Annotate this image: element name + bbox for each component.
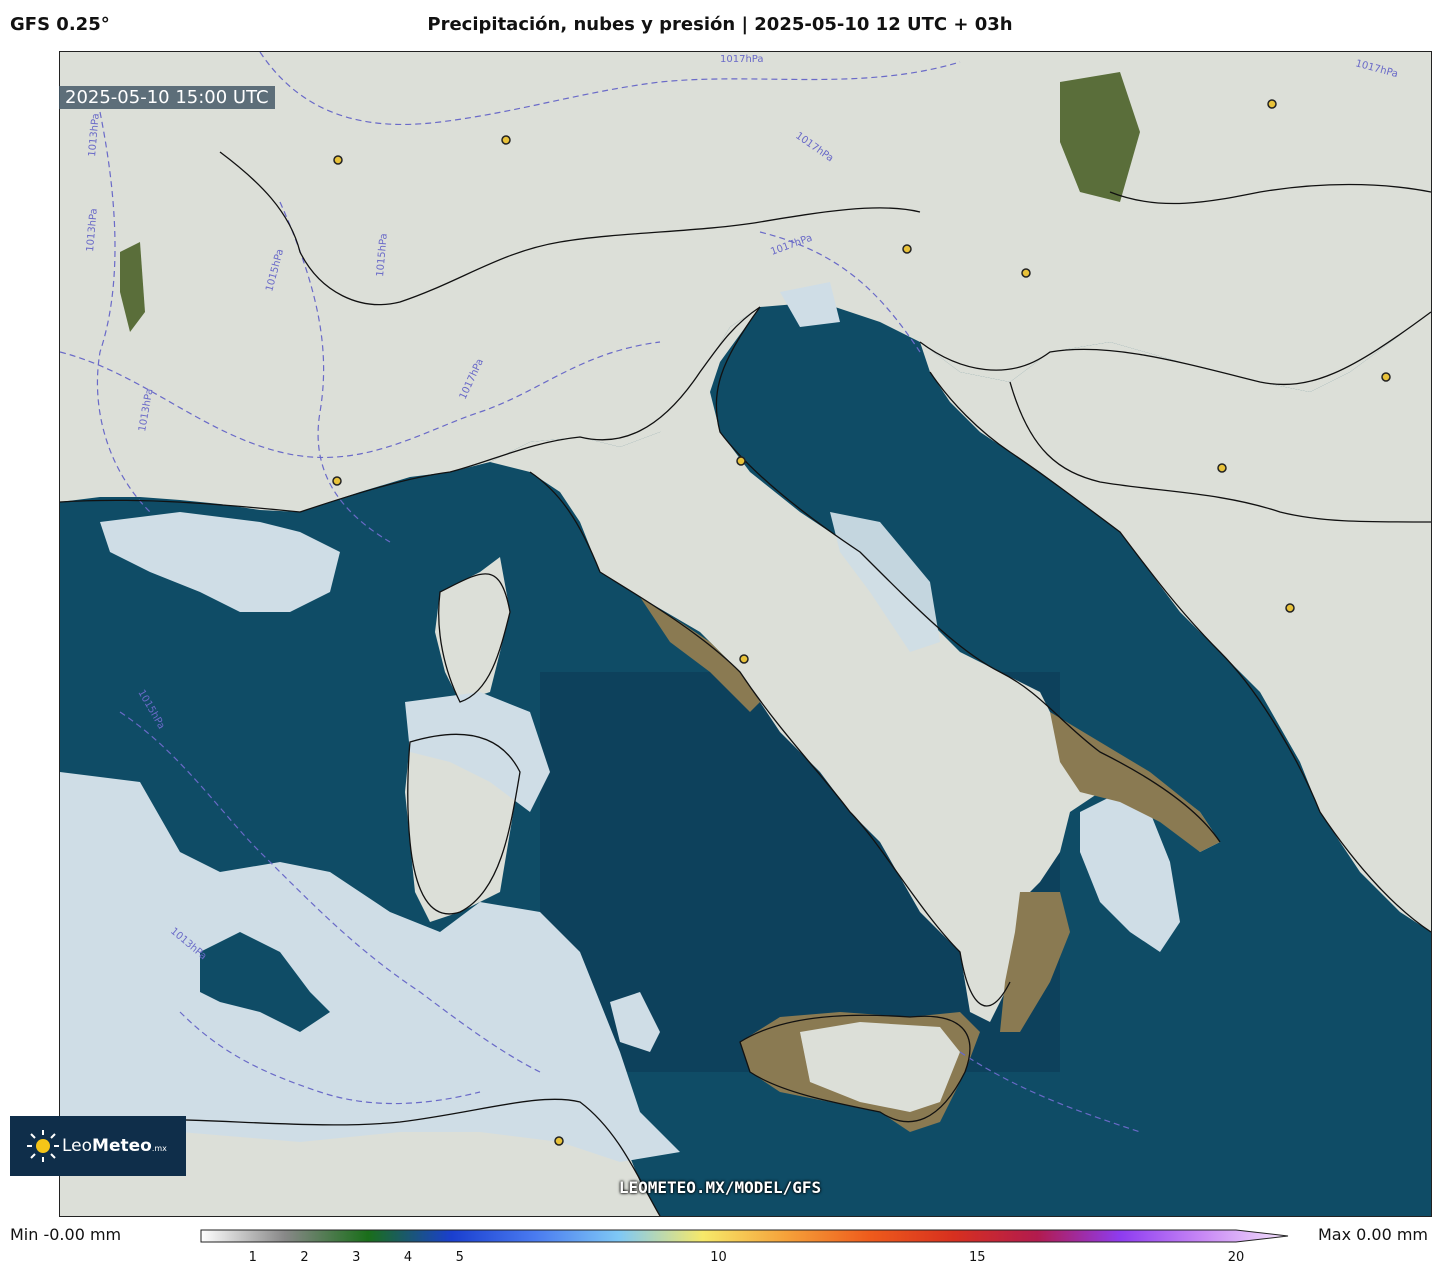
colorbar <box>200 1228 1290 1247</box>
colorbar-tick-label: 20 <box>1227 1250 1245 1265</box>
colorbar-tick-label: 10 <box>710 1250 727 1265</box>
city-marker <box>1217 463 1227 473</box>
colorbar-tick-label: 1 <box>248 1250 257 1265</box>
weather-map[interactable]: 1017hPa 1017hPa 1017hPa 1017hPa 1017hPa … <box>59 51 1432 1217</box>
map-canvas: 1017hPa 1017hPa 1017hPa 1017hPa 1017hPa … <box>60 52 1431 1216</box>
city-marker <box>333 155 343 165</box>
city-marker <box>902 244 912 254</box>
city-marker <box>501 135 511 145</box>
city-marker <box>736 456 746 466</box>
valid-time-label: 2025-05-10 15:00 UTC <box>59 86 275 109</box>
colorbar-svg <box>200 1229 1289 1243</box>
colorbar-tick-label: 2 <box>300 1250 309 1265</box>
city-marker <box>554 1136 564 1146</box>
leometeo-logo[interactable]: LeoMeteo.mx <box>10 1116 186 1176</box>
colorbar-tick-label: 5 <box>455 1250 464 1265</box>
colorbar-tick-label: 3 <box>352 1250 361 1265</box>
isobar-label: 1017hPa <box>720 54 764 65</box>
chart-title: Precipitación, nubes y presión | 2025-05… <box>427 14 1013 35</box>
colorbar-tick-label: 4 <box>403 1250 413 1265</box>
city-marker <box>332 476 342 486</box>
watermark: LEOMETEO.MX/MODEL/GFS <box>618 1178 822 1197</box>
legend-min: Min -0.00 mm <box>10 1225 122 1244</box>
city-marker <box>1267 99 1277 109</box>
colorbar-bar <box>200 1229 1289 1243</box>
city-marker <box>1021 268 1031 278</box>
colorbar-tick-label: 15 <box>968 1250 986 1265</box>
city-marker <box>1381 372 1391 382</box>
sun-icon <box>27 1130 59 1162</box>
logo-text: LeoMeteo.mx <box>62 1136 167 1156</box>
city-marker <box>739 654 749 664</box>
legend-max: Max 0.00 mm <box>1317 1225 1428 1244</box>
city-marker <box>1285 603 1295 613</box>
